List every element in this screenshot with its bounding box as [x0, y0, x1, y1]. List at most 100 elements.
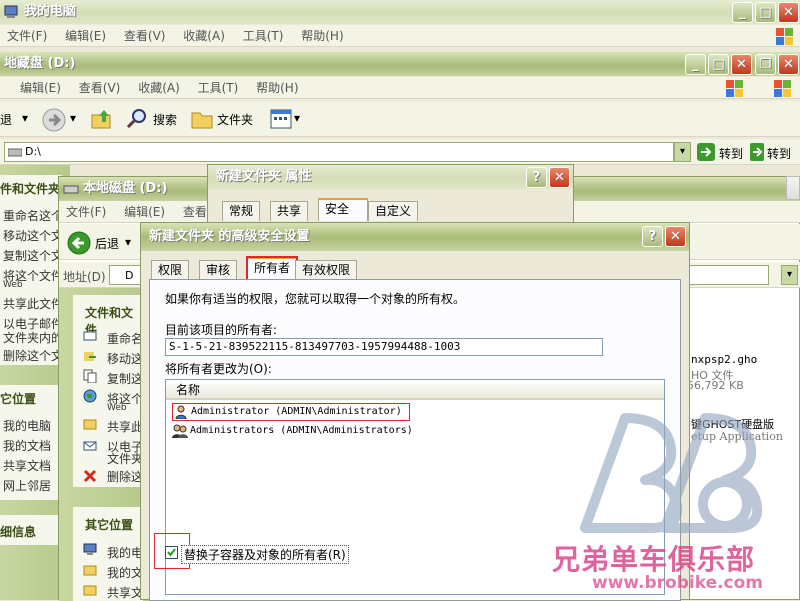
menu-favorites[interactable]: 收藏(A) [138, 81, 180, 95]
watermark-url: www.brobike.com [592, 573, 764, 593]
tab-permissions[interactable]: 权限 [151, 260, 190, 280]
delete-task[interactable]: 删除这个文 [3, 347, 63, 364]
place-shared-documents[interactable]: 共享文档 [3, 457, 51, 474]
tab-sharing[interactable]: 共享 [270, 201, 309, 221]
task-group-title: 细信息 [0, 525, 37, 539]
place-shared-documents[interactable]: 共享文 [107, 584, 143, 601]
menu-view[interactable]: 查看(V) [79, 81, 121, 95]
share-task[interactable]: 共享此文件 [3, 295, 63, 312]
back-button[interactable]: 后退 [95, 235, 119, 252]
email-icon [83, 441, 97, 451]
dropdown-arrow-icon[interactable]: ▾ [22, 111, 28, 125]
rename-task[interactable]: 重命名 [107, 330, 143, 347]
menu-file[interactable]: 文件(F) [7, 29, 47, 43]
views-icon[interactable] [270, 108, 292, 130]
copy-task[interactable]: 复制这 [107, 370, 143, 387]
go-arrow-icon[interactable] [750, 143, 764, 161]
address-dropdown-button[interactable]: ▾ [781, 265, 798, 285]
menu-edit[interactable]: 编辑(E) [124, 205, 165, 219]
menu-view[interactable]: 查看 [183, 205, 207, 219]
menu-favorites[interactable]: 收藏(A) [183, 29, 225, 43]
tab-owner[interactable]: 所有者 [245, 256, 299, 281]
window-titlebar-my-computer[interactable]: 我的电脑 _ □ ✕ [0, 0, 800, 24]
go-arrow-icon[interactable] [697, 143, 715, 161]
share-task[interactable]: 共享此 [107, 418, 143, 435]
scrollbar[interactable] [786, 176, 800, 200]
window-titlebar-drive-d[interactable]: 地藏盘 (D:) _ □ ✕ ❐ ✕ [0, 52, 800, 76]
other-places-group: 其它位置 我的电 我的文 共享文 [73, 507, 143, 601]
drive-icon [63, 185, 79, 194]
menu-tools[interactable]: 工具(T) [198, 81, 239, 95]
column-header-name[interactable]: 名称 [166, 380, 664, 400]
minimize-button[interactable]: _ [732, 2, 753, 23]
place-my-documents[interactable]: 我的文档 [3, 437, 51, 454]
menu-file[interactable]: 文件(F) [66, 205, 106, 219]
close-button-outer[interactable]: ✕ [778, 54, 799, 75]
replace-owner-checkbox[interactable] [165, 546, 178, 559]
place-my-documents[interactable]: 我的文 [107, 564, 143, 581]
dialog-titlebar[interactable]: 新建文件夹 的高级安全设置 ? ✕ [141, 223, 689, 251]
help-button[interactable]: ? [526, 167, 547, 188]
address-dropdown-button[interactable]: ▾ [674, 142, 691, 162]
go-button-2[interactable]: 转到 [767, 145, 791, 162]
menu-edit[interactable]: 编辑(E) [65, 29, 106, 43]
globe-icon [83, 389, 97, 403]
tab-security[interactable]: 安全 [318, 198, 368, 221]
menubar: 文件(F) 编辑(E) 查看(V) 收藏(A) 工具(T) 帮助(H) [0, 25, 800, 47]
dropdown-arrow-icon[interactable]: ▾ [125, 235, 131, 249]
owner-item-administrators[interactable]: Administrators (ADMIN\Administrators) [172, 423, 432, 441]
folders-button[interactable]: 文件夹 [217, 111, 253, 128]
replace-owner-label[interactable]: 替换子容器及对象的所有者(R) [181, 545, 349, 564]
menu-tools[interactable]: 工具(T) [243, 29, 284, 43]
rename-icon [83, 331, 97, 341]
back-button[interactable]: 退 [0, 111, 12, 128]
copy-icon [83, 369, 97, 383]
publish-task-web: Web [107, 403, 127, 413]
place-network[interactable]: 网上邻居 [3, 477, 51, 494]
tab-general[interactable]: 常规 [222, 201, 261, 221]
menu-help[interactable]: 帮助(H) [301, 29, 343, 43]
rename-task[interactable]: 重命名这个 [3, 207, 63, 224]
menu-help[interactable]: 帮助(H) [256, 81, 298, 95]
windows-logo-icon [776, 28, 793, 45]
search-button[interactable]: 搜索 [153, 111, 177, 128]
back-arrow-icon[interactable] [67, 231, 91, 255]
tab-auditing[interactable]: 审核 [199, 260, 238, 280]
file-name[interactable]: nxpsp2.gho [691, 353, 757, 366]
close-button[interactable]: ✕ [778, 2, 799, 23]
move-task[interactable]: 移动这 [107, 350, 143, 367]
copy-task[interactable]: 复制这个文 [3, 247, 63, 264]
close-button[interactable]: ✕ [549, 167, 570, 188]
maximize-button[interactable]: □ [755, 2, 776, 23]
owner-item-administrator[interactable]: Administrator (ADMIN\Administrator) [172, 403, 410, 421]
minimize-button[interactable]: _ [685, 54, 706, 75]
delete-task[interactable]: 删除这 [107, 468, 143, 485]
menu-edit[interactable]: 编辑(E) [20, 81, 61, 95]
dialog-title: 新建文件夹 的高级安全设置 [149, 229, 310, 244]
file-tasks-group: 件和文件夹 重命名这个 移动这个文 复制这个文 将这个文件 Web 共享此文件 … [0, 175, 63, 365]
menu-view[interactable]: 查看(V) [124, 29, 166, 43]
place-my-computer[interactable]: 我的电脑 [3, 417, 51, 434]
restore-button[interactable]: ❐ [755, 54, 776, 75]
share-folder-icon [83, 419, 97, 430]
place-my-computer[interactable]: 我的电 [107, 544, 143, 561]
drive-icon [8, 148, 22, 157]
close-button[interactable]: ✕ [665, 226, 686, 247]
address-input[interactable]: D:\ [4, 142, 674, 162]
dialog-titlebar[interactable]: 新建文件夹 属性 ? ✕ [208, 165, 573, 189]
dropdown-arrow-icon[interactable]: ▾ [294, 111, 300, 125]
search-icon[interactable] [126, 108, 148, 130]
dropdown-arrow-icon[interactable]: ▾ [70, 111, 76, 125]
help-button[interactable]: ? [642, 226, 663, 247]
forward-icon[interactable] [42, 108, 66, 132]
close-button[interactable]: ✕ [731, 54, 752, 75]
shared-folder-icon [83, 585, 97, 596]
folder-icon[interactable] [190, 108, 214, 130]
window-title: 地藏盘 (D:) [4, 56, 76, 71]
tab-custom[interactable]: 自定义 [368, 201, 419, 221]
tab-effective-permissions[interactable]: 有效权限 [295, 260, 358, 280]
move-task[interactable]: 移动这个文 [3, 227, 63, 244]
maximize-button[interactable]: □ [708, 54, 729, 75]
go-button[interactable]: 转到 [719, 145, 743, 162]
up-folder-icon[interactable] [90, 107, 114, 131]
